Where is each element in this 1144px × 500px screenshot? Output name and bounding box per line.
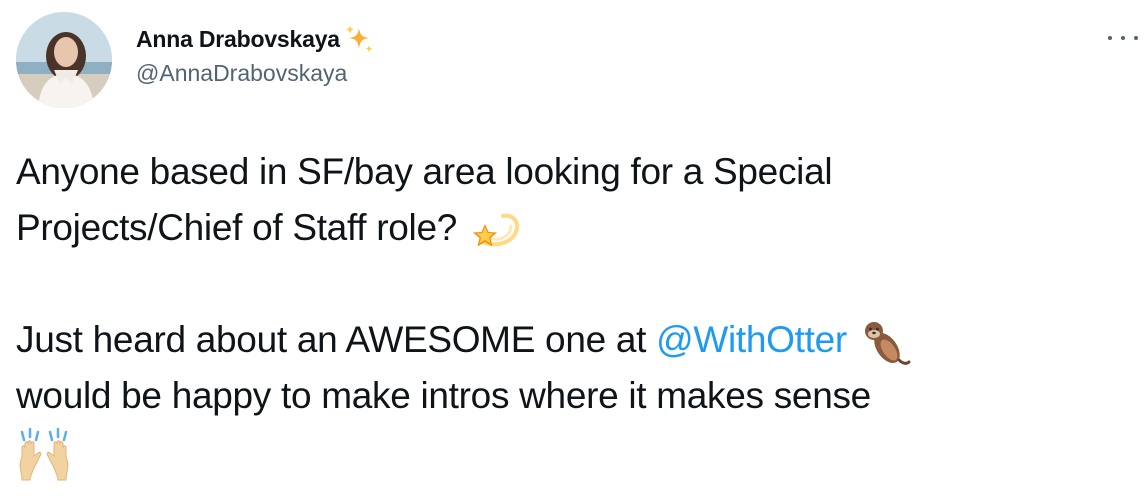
otter-icon <box>857 314 913 370</box>
tweet-line: Projects/Chief of Staff role? <box>16 200 1136 256</box>
tweet-line-text: Anyone based in SF/bay area looking for … <box>16 151 833 192</box>
more-options-button[interactable] <box>1108 28 1138 48</box>
tweet-line-text: Just heard about an AWESOME one at <box>16 319 657 360</box>
author-block: Anna Drabovskaya @AnnaDrabovskaya <box>136 22 376 87</box>
tweet-line: Just heard about an AWESOME one at @With… <box>16 312 1136 368</box>
more-dot-icon <box>1134 36 1138 40</box>
tweet-line <box>16 424 1136 482</box>
user-handle[interactable]: @AnnaDrabovskaya <box>136 60 376 87</box>
more-dot-icon <box>1108 36 1112 40</box>
raising-hands-icon <box>16 426 72 482</box>
avatar-photo <box>16 12 112 108</box>
sparkles-icon <box>345 25 373 53</box>
dizzy-star-icon <box>467 202 523 258</box>
tweet-text: Anyone based in SF/bay area looking for … <box>16 144 1136 482</box>
avatar[interactable] <box>16 12 112 108</box>
mention-link[interactable]: @WithOtter <box>656 319 847 360</box>
tweet-line: Anyone based in SF/bay area looking for … <box>16 144 1136 200</box>
paragraph-break <box>16 256 1136 312</box>
tweet-line-text: would be happy to make intros where it m… <box>16 375 871 416</box>
tweet-line-text: Projects/Chief of Staff role? <box>16 207 458 248</box>
tweet-line: would be happy to make intros where it m… <box>16 368 1136 424</box>
display-name[interactable]: Anna Drabovskaya <box>136 26 340 53</box>
tweet-card: Anna Drabovskaya @AnnaDrabovskaya Anyone… <box>0 0 1144 500</box>
display-name-row: Anna Drabovskaya <box>136 22 376 56</box>
more-dot-icon <box>1121 36 1125 40</box>
